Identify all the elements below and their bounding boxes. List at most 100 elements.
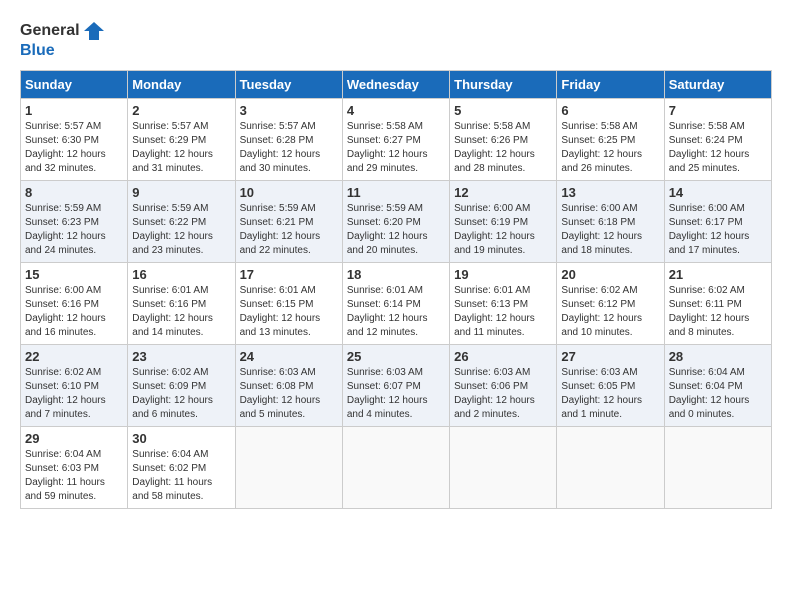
- table-row: 14 Sunrise: 6:00 AM Sunset: 6:17 PM Dayl…: [664, 180, 771, 262]
- day-number: 1: [25, 103, 123, 118]
- day-number: 26: [454, 349, 552, 364]
- table-row: 28 Sunrise: 6:04 AM Sunset: 6:04 PM Dayl…: [664, 344, 771, 426]
- cell-content: Sunrise: 5:59 AM Sunset: 6:23 PM Dayligh…: [25, 202, 123, 258]
- cell-content: Sunrise: 6:03 AM Sunset: 6:06 PM Dayligh…: [454, 366, 552, 422]
- cell-content: Sunrise: 5:57 AM Sunset: 6:28 PM Dayligh…: [240, 120, 338, 176]
- table-row: 2 Sunrise: 5:57 AM Sunset: 6:29 PM Dayli…: [128, 98, 235, 180]
- cell-content: Sunrise: 6:01 AM Sunset: 6:13 PM Dayligh…: [454, 284, 552, 340]
- table-row: 10 Sunrise: 5:59 AM Sunset: 6:21 PM Dayl…: [235, 180, 342, 262]
- table-row: 17 Sunrise: 6:01 AM Sunset: 6:15 PM Dayl…: [235, 262, 342, 344]
- table-row: 30 Sunrise: 6:04 AM Sunset: 6:02 PM Dayl…: [128, 426, 235, 508]
- day-number: 16: [132, 267, 230, 282]
- cell-content: Sunrise: 6:03 AM Sunset: 6:08 PM Dayligh…: [240, 366, 338, 422]
- table-row: [450, 426, 557, 508]
- table-row: 19 Sunrise: 6:01 AM Sunset: 6:13 PM Dayl…: [450, 262, 557, 344]
- cell-content: Sunrise: 6:00 AM Sunset: 6:16 PM Dayligh…: [25, 284, 123, 340]
- cell-content: Sunrise: 5:58 AM Sunset: 6:25 PM Dayligh…: [561, 120, 659, 176]
- day-number: 12: [454, 185, 552, 200]
- table-row: 5 Sunrise: 5:58 AM Sunset: 6:26 PM Dayli…: [450, 98, 557, 180]
- day-header-sunday: Sunday: [21, 70, 128, 98]
- cell-content: Sunrise: 5:57 AM Sunset: 6:29 PM Dayligh…: [132, 120, 230, 176]
- day-number: 29: [25, 431, 123, 446]
- table-row: 4 Sunrise: 5:58 AM Sunset: 6:27 PM Dayli…: [342, 98, 449, 180]
- day-number: 15: [25, 267, 123, 282]
- table-row: 18 Sunrise: 6:01 AM Sunset: 6:14 PM Dayl…: [342, 262, 449, 344]
- day-number: 11: [347, 185, 445, 200]
- table-row: 24 Sunrise: 6:03 AM Sunset: 6:08 PM Dayl…: [235, 344, 342, 426]
- day-number: 28: [669, 349, 767, 364]
- day-number: 4: [347, 103, 445, 118]
- table-row: 7 Sunrise: 5:58 AM Sunset: 6:24 PM Dayli…: [664, 98, 771, 180]
- day-number: 9: [132, 185, 230, 200]
- table-row: 12 Sunrise: 6:00 AM Sunset: 6:19 PM Dayl…: [450, 180, 557, 262]
- cell-content: Sunrise: 6:04 AM Sunset: 6:04 PM Dayligh…: [669, 366, 767, 422]
- table-row: 8 Sunrise: 5:59 AM Sunset: 6:23 PM Dayli…: [21, 180, 128, 262]
- cell-content: Sunrise: 5:59 AM Sunset: 6:20 PM Dayligh…: [347, 202, 445, 258]
- table-row: [342, 426, 449, 508]
- table-row: [664, 426, 771, 508]
- day-number: 25: [347, 349, 445, 364]
- cell-content: Sunrise: 6:00 AM Sunset: 6:17 PM Dayligh…: [669, 202, 767, 258]
- day-number: 18: [347, 267, 445, 282]
- day-header-wednesday: Wednesday: [342, 70, 449, 98]
- cell-content: Sunrise: 6:02 AM Sunset: 6:09 PM Dayligh…: [132, 366, 230, 422]
- logo: General Blue: [20, 20, 104, 60]
- cell-content: Sunrise: 6:01 AM Sunset: 6:16 PM Dayligh…: [132, 284, 230, 340]
- day-number: 21: [669, 267, 767, 282]
- cell-content: Sunrise: 6:00 AM Sunset: 6:19 PM Dayligh…: [454, 202, 552, 258]
- table-row: [557, 426, 664, 508]
- day-number: 27: [561, 349, 659, 364]
- table-row: 23 Sunrise: 6:02 AM Sunset: 6:09 PM Dayl…: [128, 344, 235, 426]
- table-row: 26 Sunrise: 6:03 AM Sunset: 6:06 PM Dayl…: [450, 344, 557, 426]
- day-number: 20: [561, 267, 659, 282]
- cell-content: Sunrise: 5:58 AM Sunset: 6:27 PM Dayligh…: [347, 120, 445, 176]
- day-number: 19: [454, 267, 552, 282]
- cell-content: Sunrise: 6:04 AM Sunset: 6:03 PM Dayligh…: [25, 448, 123, 504]
- day-header-friday: Friday: [557, 70, 664, 98]
- table-row: 25 Sunrise: 6:03 AM Sunset: 6:07 PM Dayl…: [342, 344, 449, 426]
- day-number: 22: [25, 349, 123, 364]
- day-header-monday: Monday: [128, 70, 235, 98]
- cell-content: Sunrise: 6:03 AM Sunset: 6:07 PM Dayligh…: [347, 366, 445, 422]
- day-number: 6: [561, 103, 659, 118]
- day-number: 23: [132, 349, 230, 364]
- day-number: 7: [669, 103, 767, 118]
- cell-content: Sunrise: 6:01 AM Sunset: 6:15 PM Dayligh…: [240, 284, 338, 340]
- day-number: 13: [561, 185, 659, 200]
- day-number: 8: [25, 185, 123, 200]
- cell-content: Sunrise: 6:03 AM Sunset: 6:05 PM Dayligh…: [561, 366, 659, 422]
- table-row: 20 Sunrise: 6:02 AM Sunset: 6:12 PM Dayl…: [557, 262, 664, 344]
- table-row: 15 Sunrise: 6:00 AM Sunset: 6:16 PM Dayl…: [21, 262, 128, 344]
- cell-content: Sunrise: 6:00 AM Sunset: 6:18 PM Dayligh…: [561, 202, 659, 258]
- cell-content: Sunrise: 5:57 AM Sunset: 6:30 PM Dayligh…: [25, 120, 123, 176]
- day-number: 17: [240, 267, 338, 282]
- day-header-saturday: Saturday: [664, 70, 771, 98]
- day-number: 14: [669, 185, 767, 200]
- table-row: 29 Sunrise: 6:04 AM Sunset: 6:03 PM Dayl…: [21, 426, 128, 508]
- table-row: 6 Sunrise: 5:58 AM Sunset: 6:25 PM Dayli…: [557, 98, 664, 180]
- cell-content: Sunrise: 6:01 AM Sunset: 6:14 PM Dayligh…: [347, 284, 445, 340]
- cell-content: Sunrise: 6:02 AM Sunset: 6:12 PM Dayligh…: [561, 284, 659, 340]
- table-row: 1 Sunrise: 5:57 AM Sunset: 6:30 PM Dayli…: [21, 98, 128, 180]
- day-header-thursday: Thursday: [450, 70, 557, 98]
- day-number: 5: [454, 103, 552, 118]
- table-row: 13 Sunrise: 6:00 AM Sunset: 6:18 PM Dayl…: [557, 180, 664, 262]
- cell-content: Sunrise: 6:04 AM Sunset: 6:02 PM Dayligh…: [132, 448, 230, 504]
- cell-content: Sunrise: 5:59 AM Sunset: 6:22 PM Dayligh…: [132, 202, 230, 258]
- table-row: 9 Sunrise: 5:59 AM Sunset: 6:22 PM Dayli…: [128, 180, 235, 262]
- cell-content: Sunrise: 5:58 AM Sunset: 6:26 PM Dayligh…: [454, 120, 552, 176]
- cell-content: Sunrise: 6:02 AM Sunset: 6:11 PM Dayligh…: [669, 284, 767, 340]
- day-header-tuesday: Tuesday: [235, 70, 342, 98]
- cell-content: Sunrise: 5:59 AM Sunset: 6:21 PM Dayligh…: [240, 202, 338, 258]
- table-row: 11 Sunrise: 5:59 AM Sunset: 6:20 PM Dayl…: [342, 180, 449, 262]
- day-number: 10: [240, 185, 338, 200]
- table-row: 27 Sunrise: 6:03 AM Sunset: 6:05 PM Dayl…: [557, 344, 664, 426]
- cell-content: Sunrise: 6:02 AM Sunset: 6:10 PM Dayligh…: [25, 366, 123, 422]
- day-number: 3: [240, 103, 338, 118]
- table-row: 16 Sunrise: 6:01 AM Sunset: 6:16 PM Dayl…: [128, 262, 235, 344]
- day-number: 30: [132, 431, 230, 446]
- table-row: 3 Sunrise: 5:57 AM Sunset: 6:28 PM Dayli…: [235, 98, 342, 180]
- day-number: 24: [240, 349, 338, 364]
- table-row: 22 Sunrise: 6:02 AM Sunset: 6:10 PM Dayl…: [21, 344, 128, 426]
- table-row: 21 Sunrise: 6:02 AM Sunset: 6:11 PM Dayl…: [664, 262, 771, 344]
